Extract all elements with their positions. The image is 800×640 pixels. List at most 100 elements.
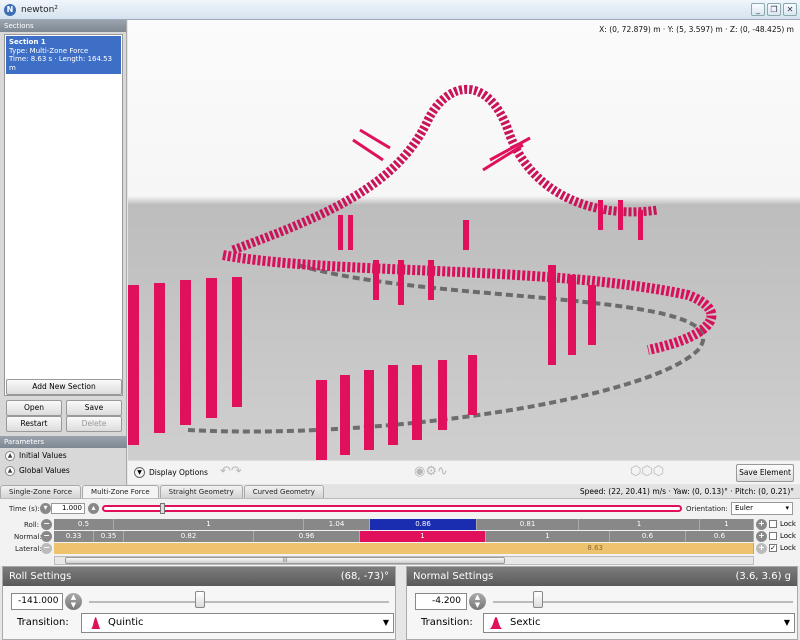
display-options-label: Display Options: [149, 468, 208, 477]
time-slider[interactable]: [102, 503, 682, 514]
time-input[interactable]: 1.000: [51, 503, 85, 514]
chevron-down-icon: ▼: [783, 618, 790, 627]
chevron-down-icon: ▲: [5, 465, 15, 476]
add-lateral-icon: +: [756, 543, 767, 554]
display-options-toggle[interactable]: ▼ Display Options: [134, 467, 208, 478]
orientation-select[interactable]: Euler ▾: [731, 502, 793, 515]
checkbox[interactable]: [769, 520, 777, 528]
roll-transition-label: Transition:: [17, 617, 69, 628]
normal-cell-selected[interactable]: 1: [360, 531, 486, 542]
force-editor: Time (s): ▾ 1.000 ▴ Orientation: Euler ▾ …: [0, 498, 800, 566]
roll-cell[interactable]: 1: [114, 519, 304, 530]
minimize-button[interactable]: _: [751, 3, 765, 16]
tab-multi-zone-force[interactable]: Multi-Zone Force: [82, 485, 159, 499]
roll-settings-title: Roll Settings: [9, 571, 72, 582]
roll-slider-knob[interactable]: [195, 591, 205, 608]
normal-cell[interactable]: 1: [486, 531, 610, 542]
time-up-icon[interactable]: ▴: [88, 503, 99, 514]
sections-header: Sections: [0, 20, 126, 32]
coord-x: X: (0, 72.879) m: [599, 25, 661, 34]
normal-lock[interactable]: Lock: [769, 532, 796, 540]
view-cubes-icon[interactable]: ⬡⬡⬡: [630, 464, 664, 479]
3d-viewport[interactable]: X: (0, 72.879) m · Y: (5, 3.597) m · Z: …: [128, 20, 800, 460]
track-upper: [231, 84, 659, 255]
time-down-icon[interactable]: ▾: [40, 503, 51, 514]
roll-value-input[interactable]: -141.000: [11, 593, 63, 610]
open-button[interactable]: Open: [6, 400, 62, 416]
roll-cell[interactable]: 0.81: [477, 519, 579, 530]
normal-settings-panel: Normal Settings (3.6, 3.6) g -4.200 ▲ ▼ Tr…: [406, 566, 798, 640]
section-item[interactable]: Section 1 Type: Multi-Zone Force Time: 8…: [6, 36, 121, 74]
chevron-down-icon: ▾: [785, 504, 789, 512]
roll-cell[interactable]: 1: [700, 519, 754, 530]
checkbox-checked[interactable]: ✓: [769, 544, 777, 552]
initial-values-row[interactable]: ▲ Initial Values: [0, 448, 127, 463]
roll-lock[interactable]: Lock: [769, 520, 796, 528]
sextic-curve-icon: [489, 617, 503, 629]
global-values-row[interactable]: ▲ Global Values: [0, 463, 127, 478]
roll-cell[interactable]: 1.04: [304, 519, 370, 530]
lock-label: Lock: [780, 520, 796, 528]
restart-button[interactable]: Restart: [6, 416, 62, 432]
remove-normal-icon[interactable]: −: [41, 531, 52, 542]
lateral-cell[interactable]: 8.63: [54, 543, 754, 554]
normal-cell[interactable]: 0.6: [686, 531, 754, 542]
undo-redo-icon[interactable]: ↶↷: [220, 464, 242, 479]
chevron-down-icon: ▼: [382, 618, 389, 627]
tab-single-zone-force[interactable]: Single-Zone Force: [0, 485, 82, 498]
roll-settings-header: Roll Settings (68, -73)°: [3, 567, 395, 586]
global-values-label: Global Values: [19, 466, 70, 475]
lateral-track[interactable]: 8.63: [54, 543, 754, 554]
normal-cell[interactable]: 0.96: [254, 531, 360, 542]
add-normal-icon[interactable]: +: [756, 531, 767, 542]
normal-cell[interactable]: 0.35: [94, 531, 124, 542]
lock-label: Lock: [780, 532, 796, 540]
normal-value-input[interactable]: -4.200: [415, 593, 467, 610]
coord-y: Y: (5, 3.597) m: [667, 25, 723, 34]
normal-spin-icon[interactable]: ▲ ▼: [469, 593, 486, 610]
track-crossbars: [352, 128, 531, 172]
remove-roll-icon[interactable]: −: [41, 519, 52, 530]
tab-straight-geometry[interactable]: Straight Geometry: [159, 485, 243, 498]
checkbox[interactable]: [769, 532, 777, 540]
normal-slider-knob[interactable]: [533, 591, 543, 608]
normal-cell[interactable]: 0.33: [54, 531, 94, 542]
initial-values-label: Initial Values: [19, 451, 67, 460]
roll-range: (68, -73)°: [340, 571, 389, 582]
add-section-button[interactable]: Add New Section: [6, 379, 122, 395]
normal-range: (3.6, 3.6) g: [735, 571, 792, 582]
time-slider-knob[interactable]: [160, 503, 165, 514]
roll-cell-selected[interactable]: 0.86: [370, 519, 477, 530]
sections-list[interactable]: Section 1 Type: Multi-Zone Force Time: 8…: [4, 34, 123, 396]
roll-cell[interactable]: 1: [579, 519, 700, 530]
normal-cell[interactable]: 0.82: [124, 531, 254, 542]
normal-track[interactable]: 0.33 0.35 0.82 0.96 1 1 0.6 0.6: [54, 531, 754, 542]
roll-cell[interactable]: 0.5: [54, 519, 114, 530]
normal-transition-label: Transition:: [421, 617, 473, 628]
editor-scrollbar[interactable]: III: [54, 556, 754, 565]
quintic-curve-icon: [87, 617, 100, 629]
save-button[interactable]: Save: [66, 400, 122, 416]
restore-button[interactable]: ❐: [767, 3, 781, 16]
tab-curved-geometry[interactable]: Curved Geometry: [243, 485, 324, 498]
lateral-lock[interactable]: ✓ Lock: [769, 544, 796, 552]
app-icon: N: [4, 3, 16, 16]
track-posts: [128, 200, 643, 460]
normal-cell[interactable]: 0.6: [610, 531, 686, 542]
save-element-button[interactable]: Save Element: [736, 464, 794, 482]
normal-transition-select[interactable]: Sextic ▼: [483, 613, 795, 633]
roll-label: Roll:: [24, 521, 40, 529]
add-roll-icon[interactable]: +: [756, 519, 767, 530]
roll-track[interactable]: 0.5 1 1.04 0.86 0.81 1 1: [54, 519, 754, 530]
close-button[interactable]: ✕: [783, 3, 797, 16]
roll-transition-select[interactable]: Quintic ▼: [81, 613, 394, 633]
roll-slider-track[interactable]: [89, 601, 389, 603]
coord-z: Z: (0, -48.425) m: [729, 25, 794, 34]
title-bar: N newton² _ ❐ ✕: [0, 0, 800, 20]
chevron-down-icon: ▲: [5, 450, 15, 461]
track-render: [128, 84, 717, 460]
scroll-thumb[interactable]: III: [65, 557, 505, 564]
camera-icon[interactable]: ◉⚙∿: [414, 464, 448, 479]
normal-settings-title: Normal Settings: [413, 571, 494, 582]
roll-spin-icon[interactable]: ▲ ▼: [65, 593, 82, 610]
